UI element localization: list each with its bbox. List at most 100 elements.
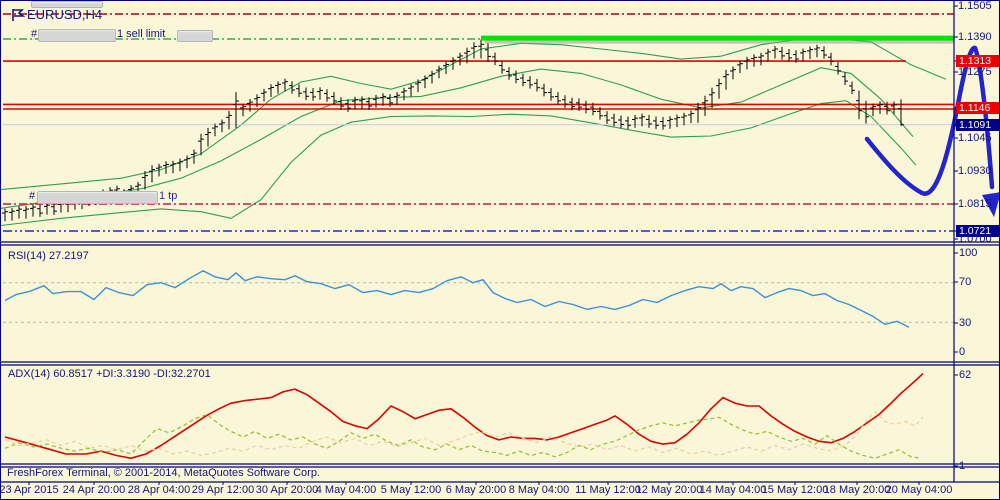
date-axis-label: 30 Apr 20:00 <box>256 484 318 496</box>
take-profit-label[interactable]: 1 tp <box>159 190 177 202</box>
ohlc-bar <box>149 165 155 182</box>
date-axis-label: 15 May 12:00 <box>762 484 829 496</box>
ohlc-bar <box>737 61 743 74</box>
ohlc-bar <box>765 49 771 62</box>
date-axis-label: 14 May 04:00 <box>700 484 767 496</box>
ohlc-bar <box>618 116 624 129</box>
date-axis-label: 5 May 12:00 <box>381 484 442 496</box>
ohlc-bar <box>849 82 855 95</box>
ohlc-bar <box>212 124 218 137</box>
ohlc-bar <box>303 88 309 101</box>
ohlc-bar <box>16 206 22 219</box>
adx-axis-label: 1 <box>959 460 965 472</box>
ohlc-bar <box>233 92 239 128</box>
ohlc-bar <box>583 101 589 114</box>
ohlc-bar <box>625 117 631 130</box>
ohlc-bar <box>695 103 701 123</box>
date-axis-label: 23 Apr 2015 <box>0 484 59 496</box>
ohlc-bar <box>758 53 764 66</box>
price-axis-label: 1.0815 <box>958 198 992 210</box>
price-axis-label: 1.1275 <box>958 66 992 78</box>
ohlc-bar <box>268 84 274 97</box>
date-axis-label: 12 May 20:00 <box>636 484 703 496</box>
ohlc-bar <box>513 71 519 84</box>
ohlc-bar <box>226 111 232 130</box>
rsi-axis-label: 0 <box>959 346 965 358</box>
ohlc-bar <box>184 156 190 169</box>
ohlc-bar <box>450 57 456 70</box>
tp-id-hash: # <box>29 190 35 202</box>
ohlc-bar <box>828 53 834 66</box>
ohlc-bar <box>702 96 708 116</box>
ohlc-bar <box>821 46 827 59</box>
ohlc-bar <box>310 88 316 101</box>
date-axis-label: 20 May 04:00 <box>886 484 953 496</box>
price-axis-label: 1.1045 <box>958 132 992 144</box>
date-axis-label: 8 May 04:00 <box>509 484 570 496</box>
chart-canvas[interactable] <box>1 1 1000 500</box>
ohlc-bar <box>492 53 498 66</box>
ohlc-bar <box>786 49 792 62</box>
price-axis-label: 1.0700 <box>958 233 992 245</box>
ohlc-bar <box>408 84 414 97</box>
ohlc-bar <box>660 117 666 130</box>
date-axis-label: 28 Apr 04:00 <box>128 484 190 496</box>
ohlc-bar <box>555 92 561 105</box>
ohlc-bar <box>240 104 246 117</box>
ohlc-bar <box>191 150 197 164</box>
ohlc-bar <box>835 62 841 75</box>
order-id-hash: # <box>31 28 37 40</box>
redaction-blur <box>37 191 158 204</box>
ohlc-bar <box>338 97 344 110</box>
ohlc-bar <box>2 209 8 222</box>
ohlc-bar <box>275 81 281 94</box>
ohlc-bar <box>520 74 526 87</box>
ohlc-bar <box>632 115 638 128</box>
ohlc-bar <box>9 208 15 221</box>
chart-window: EURUSD,H4 # 1 sell limit # 1 tp RSI(14) … <box>0 0 1000 500</box>
date-axis-label: 18 May 20:00 <box>824 484 891 496</box>
ohlc-bar <box>37 204 43 217</box>
ohlc-bar <box>814 45 820 58</box>
price-axis-label: 1.0930 <box>958 165 992 177</box>
ohlc-bar <box>604 111 610 124</box>
sell-limit-label[interactable]: 1 sell limit <box>117 28 165 40</box>
ohlc-bar <box>730 67 736 80</box>
ohlc-bar <box>842 72 848 85</box>
ohlc-bar <box>352 97 358 110</box>
redaction-blur <box>31 1 103 8</box>
ohlc-bar <box>345 99 351 112</box>
ohlc-bar <box>534 79 540 92</box>
ohlc-bar <box>30 204 36 217</box>
ohlc-bar <box>429 71 435 84</box>
ohlc-bar <box>688 110 694 123</box>
rsi-axis-label: 30 <box>959 317 971 329</box>
ohlc-bar <box>646 115 652 128</box>
ohlc-bar <box>289 81 295 94</box>
rsi-axis-label: 100 <box>959 247 977 259</box>
chart-icon <box>12 8 26 22</box>
ohlc-bar <box>401 88 407 101</box>
redaction-blur <box>38 29 116 42</box>
date-axis-label: 29 Apr 12:00 <box>192 484 254 496</box>
date-axis-label: 11 May 12:00 <box>575 484 641 496</box>
date-axis-label: 24 Apr 20:00 <box>63 484 125 496</box>
ohlc-bar <box>443 61 449 74</box>
rsi-indicator-label: RSI(14) 27.2197 <box>8 250 89 262</box>
ohlc-bar <box>562 95 568 108</box>
ohlc-bar <box>898 99 904 126</box>
di-plus-line <box>5 415 921 459</box>
ohlc-bar <box>527 76 533 89</box>
adx-axis-label: 62 <box>959 369 971 381</box>
price-axis-label: 1.1505 <box>958 0 992 12</box>
ohlc-bar <box>506 67 512 80</box>
ohlc-bar <box>744 57 750 70</box>
ohlc-bar <box>548 88 554 101</box>
ohlc-bar <box>324 89 330 102</box>
ohlc-bar <box>499 61 505 74</box>
ohlc-bar <box>261 89 267 102</box>
ohlc-bar <box>296 84 302 97</box>
ohlc-bar <box>807 47 813 60</box>
date-axis-label: 6 May 20:00 <box>446 484 507 496</box>
ohlc-bar <box>541 84 547 97</box>
